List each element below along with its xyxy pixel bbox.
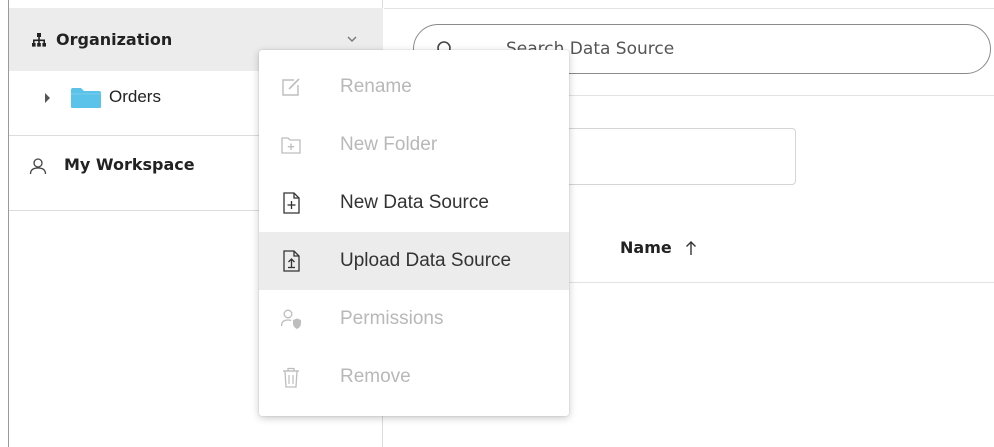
menu-item-new-data-source[interactable]: New Data Source (259, 174, 569, 232)
menu-item-rename[interactable]: Rename (259, 58, 569, 116)
filter-box[interactable] (534, 128, 796, 185)
user-icon (29, 158, 47, 175)
app-window-edge (0, 0, 9, 447)
menu-item-label: Permissions (340, 308, 444, 329)
menu-item-label: New Data Source (340, 192, 489, 213)
folder-icon (71, 88, 101, 108)
menu-item-label: Rename (340, 76, 412, 97)
sort-ascending-icon (685, 240, 696, 255)
org-hierarchy-icon (32, 32, 46, 47)
edit-icon (282, 78, 300, 96)
divider (384, 8, 994, 9)
caret-right-icon[interactable] (45, 93, 50, 103)
new-folder-icon (281, 137, 301, 154)
menu-item-upload-data-source[interactable]: Upload Data Source (259, 232, 569, 290)
new-file-icon (283, 192, 300, 214)
tree-item-label: Orders (109, 87, 161, 106)
trash-icon (283, 367, 299, 388)
menu-item-remove[interactable]: Remove (259, 348, 569, 406)
column-header-name[interactable]: Name (620, 238, 698, 257)
search-input[interactable] (506, 35, 976, 63)
permissions-icon (280, 309, 301, 329)
organization-label: Organization (56, 30, 173, 49)
chevron-down-icon[interactable] (345, 32, 359, 46)
workspace-label: My Workspace (64, 155, 195, 174)
upload-file-icon (283, 250, 300, 272)
menu-item-permissions[interactable]: Permissions (259, 290, 569, 348)
menu-item-label: Remove (340, 366, 411, 387)
context-menu: Rename New Folder New Data Source Upload… (259, 50, 569, 416)
column-header-label: Name (620, 238, 672, 257)
menu-item-new-folder[interactable]: New Folder (259, 116, 569, 174)
menu-item-label: New Folder (340, 134, 438, 155)
menu-item-label: Upload Data Source (340, 250, 512, 271)
